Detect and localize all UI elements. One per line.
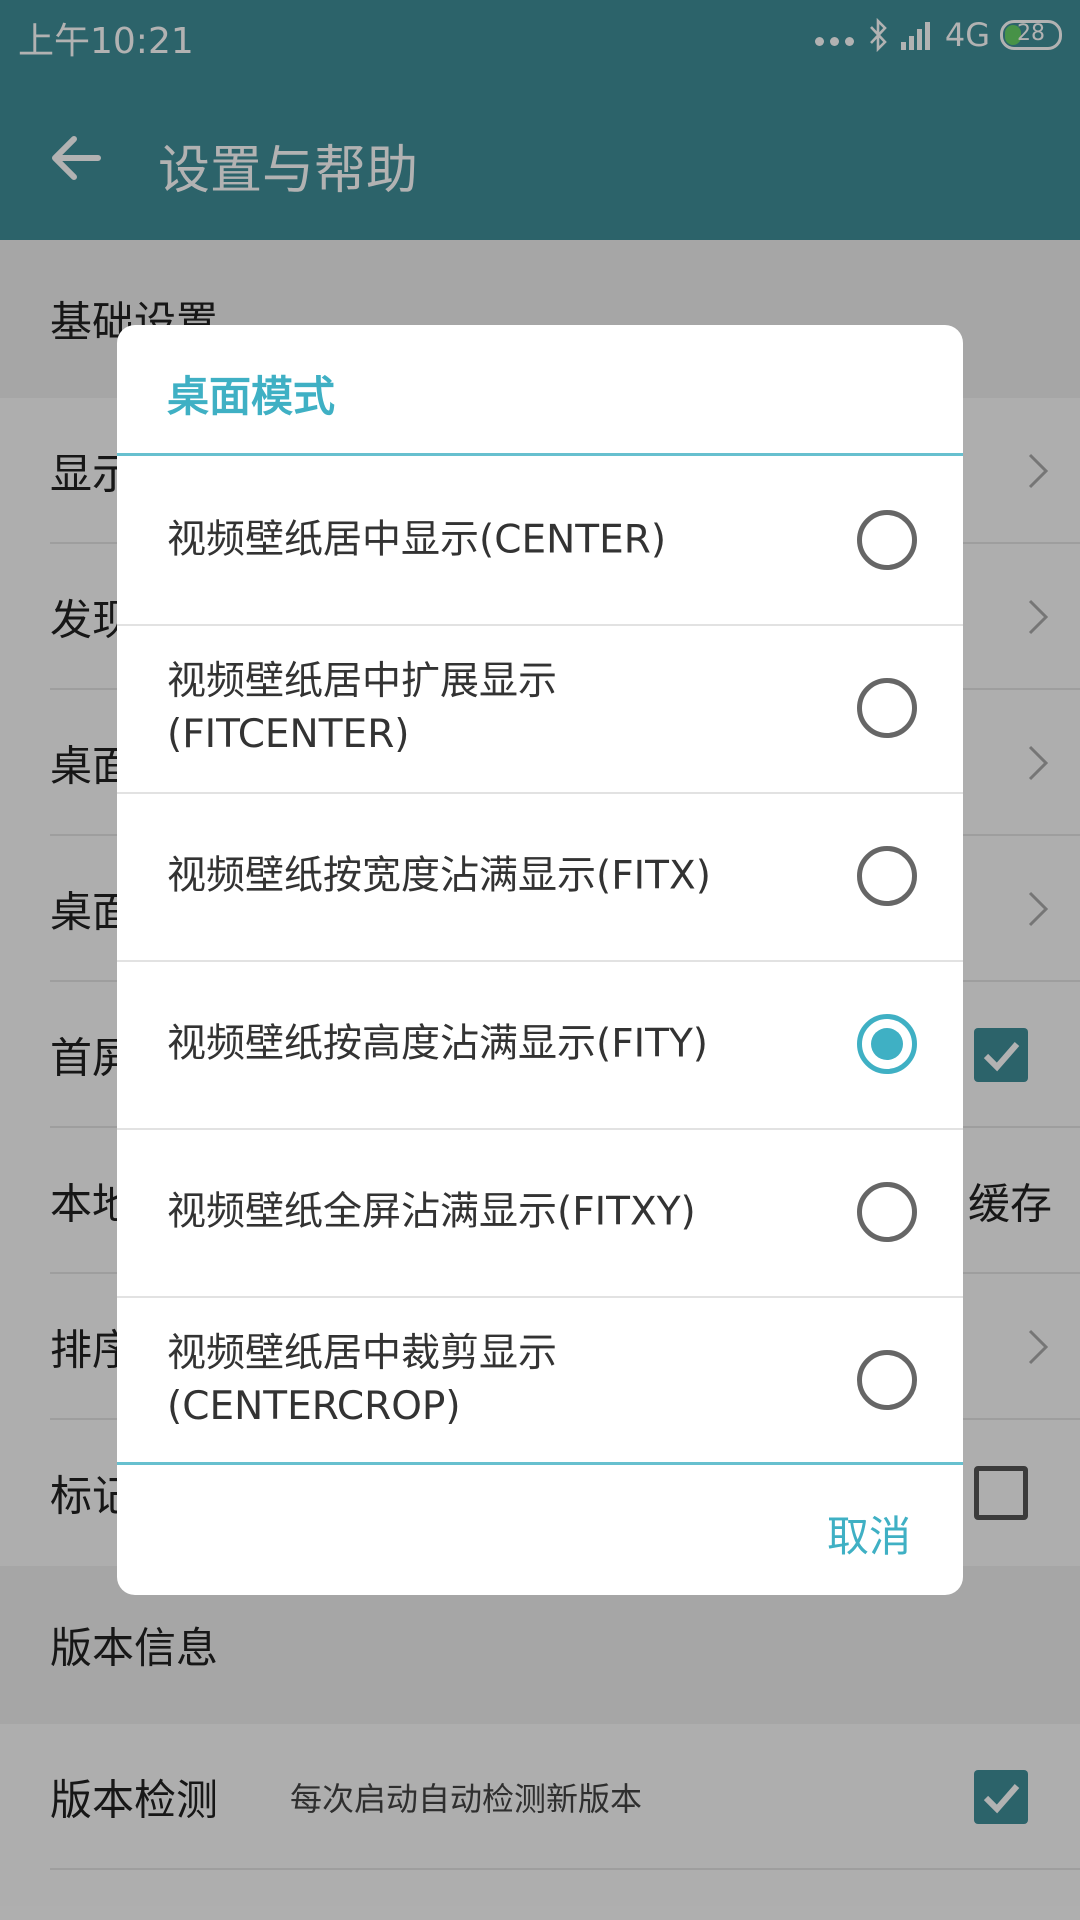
cancel-button[interactable]: 取消 [827, 1503, 911, 1564]
option-label: 视频壁纸按高度沾满显示(FITY) [167, 1021, 709, 1067]
option-fitx[interactable]: 视频壁纸按宽度沾满显示(FITX) [117, 792, 963, 962]
dialog-title: 桌面模式 [167, 372, 336, 421]
option-label: 视频壁纸全屏沾满显示(FITXY) [167, 1189, 696, 1235]
option-label: 视频壁纸按宽度沾满显示(FITX) [167, 853, 711, 899]
option-fitcenter[interactable]: 视频壁纸居中扩展显示 (FITCENTER) [117, 624, 963, 794]
option-centercrop[interactable]: 视频壁纸居中裁剪显示 (CENTERCROP) [117, 1296, 963, 1464]
radio-button[interactable] [857, 1350, 917, 1410]
desktop-mode-dialog: 桌面模式 视频壁纸居中显示(CENTER) 视频壁纸居中扩展显示 (FITCEN… [117, 325, 963, 1595]
option-label: 视频壁纸居中裁剪显示 (CENTERCROP) [167, 1331, 558, 1429]
radio-button[interactable] [857, 1014, 917, 1074]
option-label: 视频壁纸居中显示(CENTER) [167, 517, 667, 563]
option-fity[interactable]: 视频壁纸按高度沾满显示(FITY) [117, 960, 963, 1130]
radio-button[interactable] [857, 510, 917, 570]
option-fitxy[interactable]: 视频壁纸全屏沾满显示(FITXY) [117, 1128, 963, 1298]
radio-button[interactable] [857, 678, 917, 738]
radio-button[interactable] [857, 1182, 917, 1242]
dialog-divider-bottom [117, 1462, 963, 1465]
radio-button[interactable] [857, 846, 917, 906]
option-label: 视频壁纸居中扩展显示 (FITCENTER) [167, 659, 558, 757]
option-center[interactable]: 视频壁纸居中显示(CENTER) [117, 456, 963, 626]
